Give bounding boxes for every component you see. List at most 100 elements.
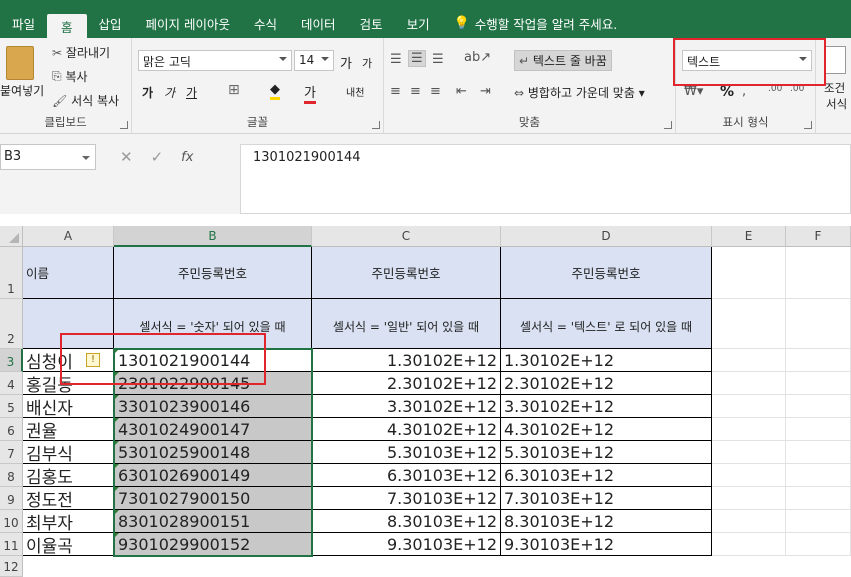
align-center-icon[interactable]: ≡ [410,84,421,99]
tab-data[interactable]: 데이터 [289,8,348,38]
enter-icon[interactable]: ✓ [151,148,164,166]
cell-e5[interactable] [712,395,786,418]
cell-a10[interactable]: 최부자 [23,510,114,533]
cell-e3[interactable] [712,349,786,372]
warning-diamond-icon[interactable]: ! [86,353,100,367]
cell-a2[interactable] [23,299,114,349]
column-header-d[interactable]: D [501,226,712,247]
cell-d11[interactable]: 9.30103E+12 [501,533,712,556]
cell-a4[interactable]: 홍길동 [23,372,114,395]
comma-icon[interactable]: , [742,84,746,99]
cell-c4[interactable]: 2.30102E+12 [312,372,501,395]
cell-f10[interactable] [786,510,851,533]
formula-input[interactable]: 1301021900144 [240,144,851,214]
phonetic-button[interactable]: 내천 [346,84,364,99]
cell-b3[interactable]: 1301021900144 [114,349,312,372]
tab-insert[interactable]: 삽입 [87,8,134,38]
cell-e11[interactable] [712,533,786,556]
merge-center-button[interactable]: ⇔ 병합하고 가운데 맞춤 ▾ [514,84,645,101]
tab-file[interactable]: 파일 [0,8,47,38]
cell-b6[interactable]: 4301024900147 [114,418,312,441]
cut-button[interactable]: ✂ 잘라내기 [52,44,110,61]
tab-page-layout[interactable]: 페이지 레이아웃 [134,8,242,38]
cell-b2[interactable]: 셀서식 = '숫자' 되어 있을 때 [114,299,312,349]
font-launcher-icon[interactable] [372,121,380,129]
cell-b7[interactable]: 5301025900148 [114,441,312,464]
tab-formulas[interactable]: 수식 [242,8,289,38]
row-header-9[interactable]: 9 [0,487,23,510]
cell-f8[interactable] [786,464,851,487]
cell-c11[interactable]: 9.30103E+12 [312,533,501,556]
increase-decimal-icon[interactable]: .00 [768,84,782,94]
font-name-select[interactable]: 맑은 고딕 [138,50,292,71]
column-header-e[interactable]: E [712,226,786,247]
column-header-f[interactable]: F [786,226,851,247]
cell-d5[interactable]: 3.30102E+12 [501,395,712,418]
align-bottom-icon[interactable]: ☰ [432,52,444,67]
cell-a5[interactable]: 배신자 [23,395,114,418]
tab-review[interactable]: 검토 [348,8,395,38]
cell-d6[interactable]: 4.30102E+12 [501,418,712,441]
conditional-format-icon[interactable] [824,46,846,74]
cell-c10[interactable]: 8.30103E+12 [312,510,501,533]
percent-button[interactable]: % [720,84,734,100]
cell-e8[interactable] [712,464,786,487]
copy-button[interactable]: ⎘ 복사 [52,68,88,85]
bold-button[interactable]: 가 [142,84,153,101]
italic-button[interactable]: 가 [164,84,175,101]
font-color-button[interactable]: 가 [304,82,316,104]
cell-d2[interactable]: 셀서식 = '텍스트' 로 되어 있을 때 [501,299,712,349]
align-middle-icon[interactable]: ☰ [408,50,426,67]
cell-c3[interactable]: 1.30102E+12 [312,349,501,372]
orientation-icon[interactable]: ab↗ [464,50,491,65]
wrap-text-button[interactable]: ↵ 텍스트 줄 바꿈 [514,50,612,71]
cell-d10[interactable]: 8.30103E+12 [501,510,712,533]
cell-b9[interactable]: 7301027900150 [114,487,312,510]
cell-f5[interactable] [786,395,851,418]
column-header-c[interactable]: C [312,226,501,247]
insert-function-button[interactable]: fx [181,150,193,165]
row-header-5[interactable]: 5 [0,395,23,418]
conditional-format-button[interactable]: 조건 [824,80,845,96]
tab-view[interactable]: 보기 [395,8,442,38]
cell-a9[interactable]: 정도전 [23,487,114,510]
name-box[interactable]: B3 [0,144,96,170]
cell-b10[interactable]: 8301028900151 [114,510,312,533]
cell-b1[interactable]: 주민등록번호 [114,247,312,299]
cell-f6[interactable] [786,418,851,441]
row-header-8[interactable]: 8 [0,464,23,487]
clipboard-launcher-icon[interactable] [120,121,128,129]
tab-home[interactable]: 홈 [47,14,87,38]
cell-c2[interactable]: 셀서식 = '일반' 되어 있을 때 [312,299,501,349]
cell-e2[interactable] [712,299,786,349]
cell-d8[interactable]: 6.30103E+12 [501,464,712,487]
cell-b8[interactable]: 6301026900149 [114,464,312,487]
cell-c8[interactable]: 6.30103E+12 [312,464,501,487]
cell-c9[interactable]: 7.30103E+12 [312,487,501,510]
format-painter-button[interactable]: 🖌 서식 복사 [52,92,119,109]
row-header-1[interactable]: 1 [0,247,23,299]
grow-font-button[interactable]: 가 [340,53,352,72]
cell-e4[interactable] [712,372,786,395]
cell-f4[interactable] [786,372,851,395]
cell-c1[interactable]: 주민등록번호 [312,247,501,299]
row-header-10[interactable]: 10 [0,510,23,533]
cell-b5[interactable]: 3301023900146 [114,395,312,418]
decrease-decimal-icon[interactable]: .00 [790,84,804,94]
cell-f9[interactable] [786,487,851,510]
row-header-12[interactable]: 12 [0,556,23,577]
paste-button[interactable]: 붙여넣기 [0,82,44,99]
cell-d9[interactable]: 7.30103E+12 [501,487,712,510]
cell-e7[interactable] [712,441,786,464]
fill-color-icon[interactable]: ◆ [270,82,280,100]
cell-a8[interactable]: 김홍도 [23,464,114,487]
cell-f3[interactable] [786,349,851,372]
cell-c5[interactable]: 3.30102E+12 [312,395,501,418]
row-header-3[interactable]: 3 [0,349,23,372]
row-header-2[interactable]: 2 [0,299,23,349]
row-header-4[interactable]: 4 [0,372,23,395]
cell-a6[interactable]: 권율 [23,418,114,441]
cell-f2[interactable] [786,299,851,349]
cell-d4[interactable]: 2.30102E+12 [501,372,712,395]
row-header-6[interactable]: 6 [0,418,23,441]
